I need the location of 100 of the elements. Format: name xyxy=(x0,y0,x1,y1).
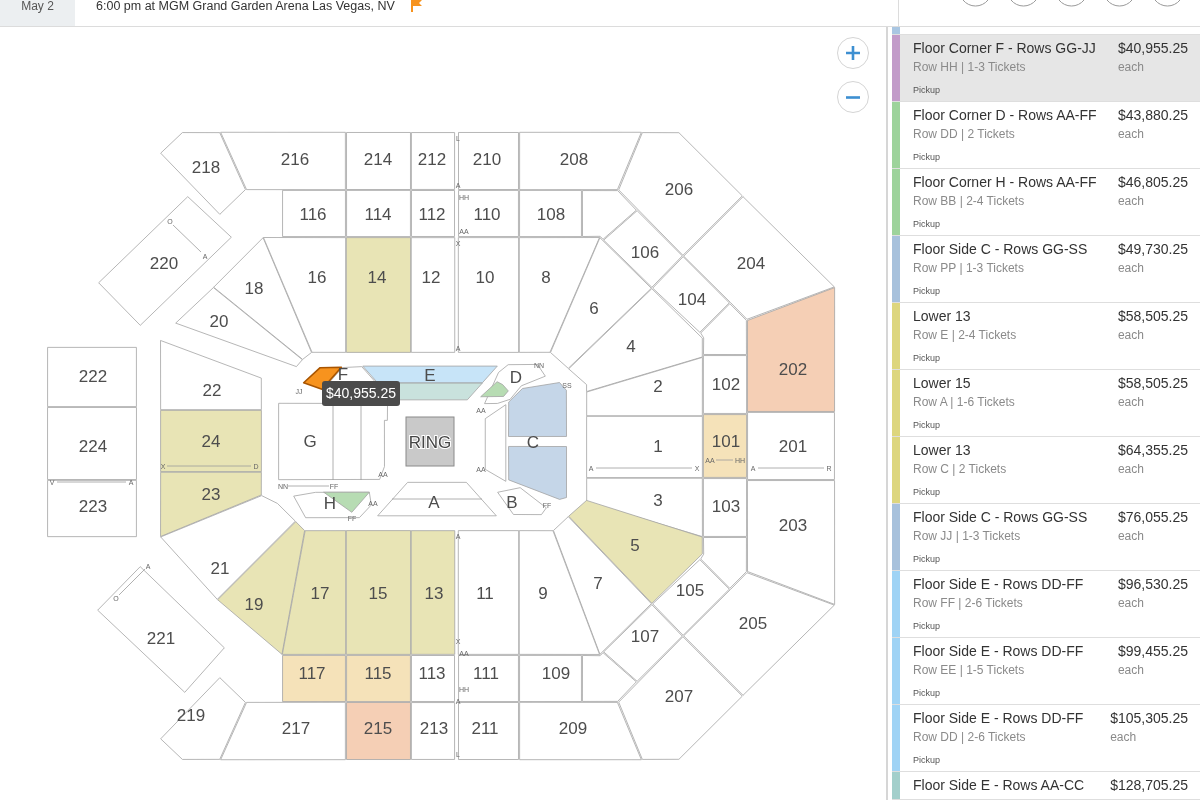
seat-section[interactable] xyxy=(411,190,455,237)
seat-section[interactable] xyxy=(458,132,519,190)
round-button[interactable] xyxy=(1155,0,1180,7)
section-label: 203 xyxy=(778,515,808,535)
price-unit: each xyxy=(1117,327,1144,343)
price-unit: each xyxy=(1117,595,1144,611)
section-label: 201 xyxy=(778,436,808,456)
listing-row[interactable]: Floor Side E - Rows DD-FF Row DD | 2-6 Tickets Pickup $105,305.25 each xyxy=(892,705,1200,772)
listing-row[interactable]: Floor Corner F - Rows GG-JJ Row HH | 1-3 Tickets Pickup $40,955.25 each xyxy=(892,35,1200,102)
zoom-out-button[interactable] xyxy=(837,81,869,113)
zoom-in-button[interactable] xyxy=(837,37,869,69)
section-label: 210 xyxy=(472,149,502,169)
listing-row[interactable]: Floor Corner D - Rows AA-FF Row DD | 2 Tickets Pickup $43,880.25 each xyxy=(892,102,1200,169)
listing-row[interactable]: Floor Corner H - Rows AA-FF Row BB | 2-4 Tickets Pickup $46,805.25 each xyxy=(892,169,1200,236)
plus-icon xyxy=(846,46,860,60)
listing-details: Row C | 2 Tickets xyxy=(913,461,1007,477)
seat-section[interactable] xyxy=(346,190,411,237)
section-label: 12 xyxy=(421,267,441,287)
listing-row[interactable]: Floor Side C - Rows GG-SS Row JJ | 1-3 Tickets Pickup $76,055.25 each xyxy=(892,504,1200,571)
section-label: 22 xyxy=(202,380,222,400)
seat-section[interactable] xyxy=(458,702,519,760)
section-label: A xyxy=(428,492,440,512)
seat-section[interactable] xyxy=(703,355,747,414)
round-button[interactable] xyxy=(963,0,988,7)
section-label: 4 xyxy=(626,336,636,356)
listing-title: Floor Side E - Rows DD-FF xyxy=(913,710,1084,727)
listing-row[interactable]: Floor Side E - Rows DD-FF Row FF | 2-6 Tickets Pickup $96,530.25 each xyxy=(892,571,1200,638)
listing-title: Floor Corner H - Rows AA-FF xyxy=(913,174,1097,191)
seat-section[interactable] xyxy=(282,190,346,237)
section-label: 221 xyxy=(146,628,176,648)
listing-row[interactable]: Lower 13 Row E | 2-4 Tickets Pickup $58,505.25 each xyxy=(892,303,1200,370)
delivery-method: Pickup xyxy=(913,84,940,96)
seat-section[interactable] xyxy=(411,132,455,190)
section-label: 219 xyxy=(176,705,206,725)
section-label: 16 xyxy=(307,267,327,287)
seat-section[interactable] xyxy=(346,132,411,190)
round-button[interactable] xyxy=(1059,0,1084,7)
seat-section[interactable] xyxy=(411,702,455,760)
section-label: 7 xyxy=(593,573,603,593)
section-label: 215 xyxy=(363,718,393,738)
listing-row[interactable]: Floor Side C - Rows GG-SS Row PP | 1-3 Tickets Pickup $49,730.25 each xyxy=(892,236,1200,303)
seat-section[interactable] xyxy=(519,655,582,702)
listing-row[interactable] xyxy=(892,27,1200,35)
section-label: 214 xyxy=(363,149,393,169)
round-button[interactable] xyxy=(1107,0,1132,7)
listing-title: Floor Side E - Rows DD-FF xyxy=(913,643,1084,660)
listing-details: Row E | 2-4 Tickets xyxy=(913,327,1017,343)
section-label: 116 xyxy=(299,204,327,224)
delivery-method: Pickup xyxy=(913,151,940,163)
seat-section[interactable] xyxy=(458,190,519,237)
section-label: 21 xyxy=(210,558,230,578)
section-label: 112 xyxy=(418,204,446,224)
listing-price: $96,530.25 xyxy=(1117,576,1188,593)
minus-icon xyxy=(846,95,860,99)
section-label: C xyxy=(526,432,540,452)
section-label: 220 xyxy=(149,253,179,273)
listing-details: Row A | 1-6 Tickets xyxy=(913,394,1015,410)
listing-title: Floor Corner F - Rows GG-JJ xyxy=(913,40,1096,57)
section-label: 2 xyxy=(653,376,663,396)
listing-row[interactable]: Floor Side E - Rows DD-FF Row EE | 1-5 Tickets Pickup $99,455.25 each xyxy=(892,638,1200,705)
seat-section[interactable] xyxy=(346,655,411,702)
section-label: 205 xyxy=(738,613,768,633)
seat-section[interactable] xyxy=(519,190,582,237)
listing-price: $105,305.25 xyxy=(1110,710,1188,727)
section-label: 107 xyxy=(630,626,660,646)
section-label: 102 xyxy=(711,374,741,394)
seat-section[interactable] xyxy=(411,655,455,702)
delivery-method: Pickup xyxy=(913,687,940,699)
price-unit: each xyxy=(1117,461,1144,477)
listing-row[interactable]: Lower 15 Row A | 1-6 Tickets Pickup $58,505.25 each xyxy=(892,370,1200,437)
listing-details: Row PP | 1-3 Tickets xyxy=(913,260,1024,276)
listing-title: Floor Side E - Rows AA-CC xyxy=(913,777,1085,794)
listing-row[interactable]: Lower 13 Row C | 2 Tickets Pickup $64,355.25 each xyxy=(892,437,1200,504)
seat-section[interactable] xyxy=(703,414,747,478)
seat-section[interactable] xyxy=(458,655,519,702)
section-label: 17 xyxy=(310,583,330,603)
delivery-method: Pickup xyxy=(913,419,940,431)
round-button[interactable] xyxy=(1011,0,1036,7)
delivery-method: Pickup xyxy=(913,553,940,565)
row-range-line xyxy=(172,224,202,253)
section-label: 117 xyxy=(298,663,326,683)
seat-section[interactable] xyxy=(323,491,370,513)
listing-title: Floor Side E - Rows DD-FF xyxy=(913,576,1084,593)
section-label: G xyxy=(303,431,317,451)
listing-price: $46,805.25 xyxy=(1117,174,1188,191)
boxing-ring xyxy=(405,416,455,467)
section-label: 208 xyxy=(559,149,589,169)
listing-row[interactable]: Floor Side E - Rows AA-CC $128,705.25 xyxy=(892,772,1200,800)
listing-price: $49,730.25 xyxy=(1117,241,1188,258)
price-unit: each xyxy=(1117,662,1144,678)
price-tooltip: $40,955.25 xyxy=(322,381,400,406)
delivery-method: Pickup xyxy=(913,620,940,632)
section-label: 3 xyxy=(653,490,663,510)
listing-details: Row HH | 1-3 Tickets xyxy=(913,59,1026,75)
seat-section[interactable] xyxy=(362,365,498,384)
section-label: 10 xyxy=(475,267,495,287)
seat-section[interactable] xyxy=(703,478,747,537)
listing-details: Row DD | 2 Tickets xyxy=(913,126,1015,142)
section-label: B xyxy=(506,492,518,512)
listing-details: Row BB | 2-4 Tickets xyxy=(913,193,1025,209)
